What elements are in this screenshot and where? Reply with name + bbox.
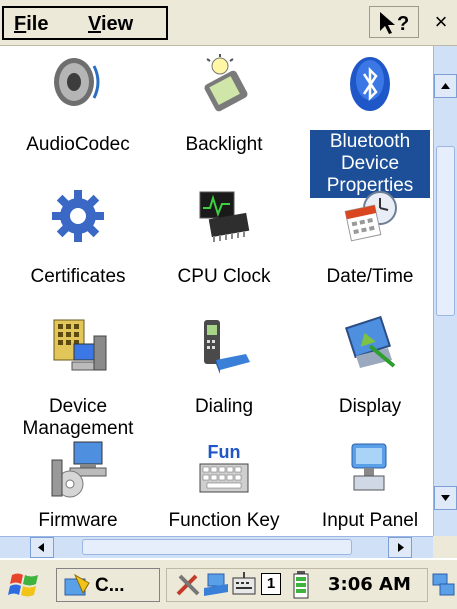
control-panel-icon bbox=[64, 573, 90, 596]
item-bluetooth[interactable]: Bluetooth Device Properties bbox=[296, 46, 433, 198]
item-label: Device Management bbox=[22, 396, 134, 439]
keyboard-tray-icon[interactable] bbox=[230, 570, 258, 598]
phone-dialing-icon bbox=[204, 320, 250, 374]
item-label: CPU Clock bbox=[177, 266, 271, 287]
svg-text:?: ? bbox=[397, 13, 409, 35]
scroll-left-button[interactable] bbox=[30, 537, 54, 558]
scrollbar-corner bbox=[433, 536, 457, 558]
triangle-right-icon bbox=[398, 543, 404, 552]
gear-icon bbox=[52, 190, 104, 242]
clock[interactable]: 3:06 AM bbox=[328, 574, 411, 595]
task-control-panel[interactable]: C... bbox=[56, 568, 160, 602]
menu-bar: File View ? × bbox=[0, 0, 457, 46]
item-label: Dialing bbox=[194, 396, 254, 417]
triangle-left-icon bbox=[38, 543, 44, 552]
control-panel-icons: AudioCodec Backlight Bluetooth Device Pr… bbox=[0, 46, 433, 536]
triangle-up-icon bbox=[441, 83, 450, 89]
item-date-time[interactable]: Date/Time bbox=[296, 186, 433, 316]
cpu-chip-icon bbox=[199, 191, 250, 242]
item-firmware[interactable]: Firmware bbox=[4, 440, 152, 536]
horizontal-scrollbar[interactable] bbox=[0, 536, 433, 558]
horizontal-scroll-thumb[interactable] bbox=[82, 539, 352, 555]
item-label: Certificates bbox=[30, 266, 126, 287]
scroll-up-button[interactable] bbox=[434, 74, 457, 98]
menu-view[interactable]: View bbox=[88, 13, 133, 36]
item-label: AudioCodec bbox=[26, 134, 130, 155]
network-connection-icon[interactable] bbox=[431, 572, 457, 598]
battery-icon[interactable] bbox=[290, 570, 312, 600]
vertical-scrollbar[interactable] bbox=[433, 46, 457, 536]
scroll-right-button[interactable] bbox=[388, 537, 412, 558]
item-label: Input Panel bbox=[321, 510, 419, 531]
item-backlight[interactable]: Backlight bbox=[150, 46, 298, 196]
network-tools-icon[interactable] bbox=[174, 572, 204, 598]
pointer-question-icon: ? bbox=[380, 12, 409, 35]
vertical-scroll-thumb[interactable] bbox=[436, 146, 455, 316]
firmware-icon bbox=[51, 441, 107, 498]
item-label: Function Key bbox=[168, 510, 280, 531]
task-label: C... bbox=[95, 575, 125, 596]
speaker-icon bbox=[54, 58, 100, 106]
connectivity-icon[interactable] bbox=[202, 572, 230, 598]
start-button[interactable] bbox=[8, 569, 42, 606]
display-icon bbox=[344, 316, 396, 368]
close-button[interactable]: × bbox=[425, 6, 457, 38]
item-device-management[interactable]: Device Management bbox=[4, 316, 152, 446]
input-panel-icon bbox=[351, 443, 387, 491]
fun-text: Fun bbox=[208, 442, 241, 462]
triangle-down-icon bbox=[441, 495, 450, 501]
device-management-icon bbox=[53, 319, 107, 371]
item-function-key[interactable]: Fun Function Key bbox=[150, 440, 298, 536]
bluetooth-icon bbox=[350, 57, 390, 111]
menu-file[interactable]: File bbox=[14, 13, 48, 36]
input-mode-indicator[interactable]: 1 bbox=[261, 573, 281, 595]
fun-keyboard-icon: Fun bbox=[199, 442, 249, 493]
backlight-bulb-icon bbox=[204, 54, 248, 112]
item-input-panel[interactable]: Input Panel bbox=[296, 440, 433, 536]
item-label: Date/Time bbox=[326, 266, 414, 287]
help-button[interactable]: ? bbox=[369, 6, 419, 38]
item-label: Backlight bbox=[185, 134, 263, 155]
item-display[interactable]: Display bbox=[296, 316, 433, 446]
item-label: Display bbox=[338, 396, 402, 417]
item-dialing[interactable]: Dialing bbox=[150, 316, 298, 446]
windows-flag-icon bbox=[8, 573, 38, 597]
item-label: Firmware bbox=[38, 510, 118, 531]
item-cpu-clock[interactable]: CPU Clock bbox=[150, 186, 298, 316]
scroll-down-button[interactable] bbox=[434, 486, 457, 510]
menu-box: File View bbox=[2, 6, 168, 40]
calendar-clock-icon bbox=[344, 191, 397, 242]
taskbar: C... 1 3:06 AM bbox=[0, 558, 457, 609]
item-certificates[interactable]: Certificates bbox=[4, 186, 152, 316]
item-audiocodec[interactable]: AudioCodec bbox=[4, 46, 152, 196]
